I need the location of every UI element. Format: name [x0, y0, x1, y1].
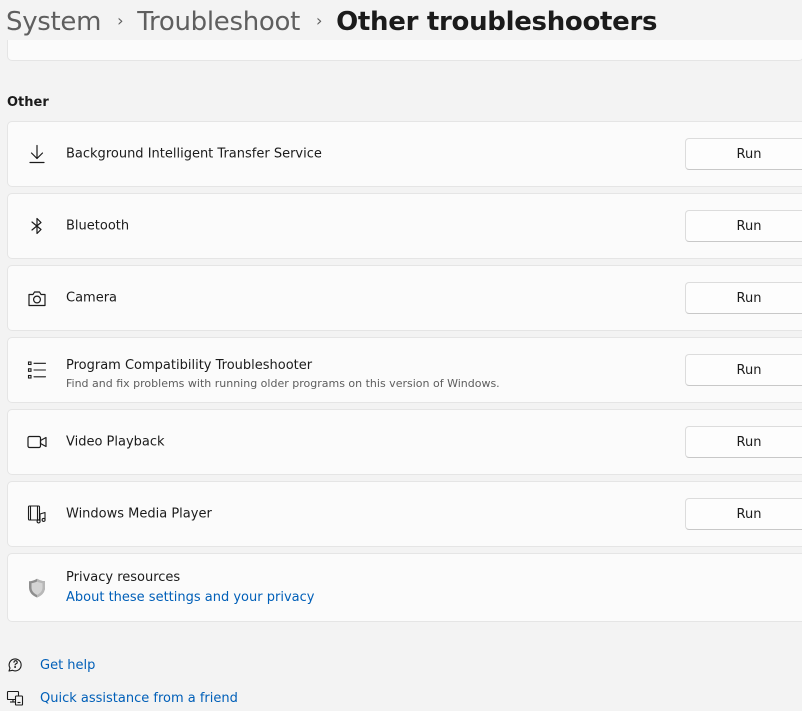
previous-section-card	[7, 40, 802, 61]
shield-icon	[26, 577, 48, 599]
troubleshooter-card-program-compatibility: Program Compatibility Troubleshooter Fin…	[7, 337, 802, 403]
breadcrumb: System › Troubleshoot › Other troublesho…	[6, 2, 658, 42]
troubleshooter-card-windows-media-player: Windows Media Player Run	[7, 481, 802, 547]
run-button-program-compatibility[interactable]: Run	[685, 354, 802, 386]
troubleshooter-card-camera: Camera Run	[7, 265, 802, 331]
run-button-label: Run	[736, 362, 762, 378]
troubleshooter-title: Program Compatibility Troubleshooter	[66, 358, 313, 373]
run-button-label: Run	[736, 434, 762, 450]
troubleshooter-title: Video Playback	[66, 434, 165, 450]
chevron-right-icon: ›	[316, 10, 323, 30]
privacy-resources-title: Privacy resources	[66, 570, 181, 585]
run-button-label: Run	[736, 290, 762, 306]
troubleshooter-title: Background Intelligent Transfer Service	[66, 146, 322, 162]
run-button-windows-media-player[interactable]: Run	[685, 498, 802, 530]
run-button-label: Run	[736, 146, 762, 162]
quick-assist-link[interactable]: Quick assistance from a friend	[40, 691, 238, 706]
download-icon	[26, 143, 48, 165]
run-button-label: Run	[736, 218, 762, 234]
run-button-bluetooth[interactable]: Run	[685, 210, 802, 242]
privacy-resources-card: Privacy resources About these settings a…	[7, 553, 802, 622]
troubleshooter-card-video-playback: Video Playback Run	[7, 409, 802, 475]
video-icon	[26, 431, 48, 453]
quick-assist-row[interactable]: Quick assistance from a friend	[6, 689, 238, 707]
privacy-settings-link[interactable]: About these settings and your privacy	[66, 590, 314, 605]
run-button-video-playback[interactable]: Run	[685, 426, 802, 458]
section-title-other: Other	[7, 95, 49, 110]
chevron-right-icon: ›	[117, 10, 124, 30]
camera-icon	[26, 287, 48, 309]
get-help-row[interactable]: Get help	[6, 656, 95, 674]
media-player-icon	[26, 503, 48, 525]
troubleshooter-card-bits: Background Intelligent Transfer Service …	[7, 121, 802, 187]
run-button-bits[interactable]: Run	[685, 138, 802, 170]
troubleshooter-description: Find and fix problems with running older…	[66, 377, 500, 390]
troubleshooter-title: Windows Media Player	[66, 506, 212, 522]
breadcrumb-system[interactable]: System	[6, 7, 101, 37]
quick-assist-icon	[6, 689, 24, 707]
troubleshooter-title: Bluetooth	[66, 218, 130, 234]
bluetooth-icon	[26, 215, 48, 237]
breadcrumb-troubleshoot[interactable]: Troubleshoot	[137, 7, 300, 37]
troubleshooter-title: Camera	[66, 290, 118, 306]
run-button-label: Run	[736, 506, 762, 522]
page-title: Other troubleshooters	[336, 7, 658, 37]
get-help-icon	[6, 656, 24, 674]
list-icon	[26, 359, 48, 381]
run-button-camera[interactable]: Run	[685, 282, 802, 314]
get-help-link[interactable]: Get help	[40, 658, 95, 673]
troubleshooter-card-bluetooth: Bluetooth Run	[7, 193, 802, 259]
